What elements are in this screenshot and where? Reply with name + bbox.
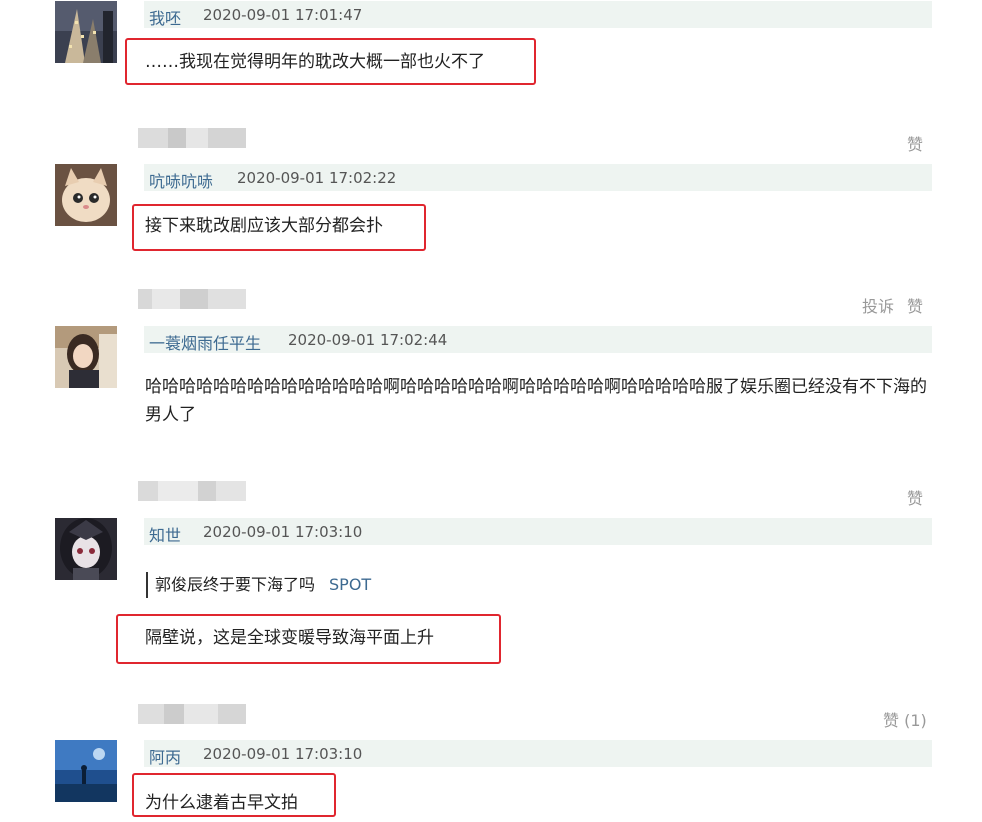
avatar-image-city-night bbox=[55, 1, 117, 63]
like-button[interactable]: 赞 bbox=[907, 485, 923, 509]
username[interactable]: 吭哧吭哧 bbox=[149, 168, 213, 192]
avatar-image-anime-girl bbox=[55, 518, 117, 580]
comment-meta-bar: 吭哧吭哧 2020-09-01 17:02:22 bbox=[144, 164, 932, 191]
avatar-image-cat bbox=[55, 164, 117, 226]
comment-text: 哈哈哈哈哈哈哈哈哈哈哈哈哈哈啊哈哈哈哈哈哈啊哈哈哈哈哈啊哈哈哈哈哈服了娱乐圈已经… bbox=[145, 377, 927, 425]
username[interactable]: 我呸 bbox=[149, 5, 181, 29]
avatar[interactable] bbox=[55, 164, 117, 226]
like-button[interactable]: 赞 bbox=[907, 293, 923, 317]
avatar-image-blue-sky bbox=[55, 740, 117, 802]
username[interactable]: 一蓑烟雨任平生 bbox=[149, 330, 261, 354]
username[interactable]: 阿丙 bbox=[149, 744, 181, 768]
highlight-box bbox=[116, 614, 501, 664]
like-count-button[interactable]: 赞 (1) bbox=[883, 707, 927, 731]
timestamp: 2020-09-01 17:02:44 bbox=[288, 331, 448, 349]
highlight-box bbox=[125, 38, 536, 85]
comment-meta-bar: 我呸 2020-09-01 17:01:47 bbox=[144, 1, 932, 28]
comment-meta-bar: 阿丙 2020-09-01 17:03:10 bbox=[144, 740, 932, 767]
like-button[interactable]: 赞 bbox=[907, 131, 923, 155]
quoted-text: 郭俊辰终于要下海了吗 bbox=[155, 575, 316, 594]
comment-meta-bar: 一蓑烟雨任平生 2020-09-01 17:02:44 bbox=[144, 326, 932, 353]
avatar[interactable] bbox=[55, 740, 117, 802]
blurred-reply-preview bbox=[138, 128, 246, 148]
avatar[interactable] bbox=[55, 518, 117, 580]
timestamp: 2020-09-01 17:01:47 bbox=[203, 6, 363, 24]
highlight-box bbox=[132, 773, 336, 817]
blurred-reply-preview bbox=[138, 481, 246, 501]
quoted-post: 郭俊辰终于要下海了吗 SPOT bbox=[146, 572, 371, 598]
blurred-reply-preview bbox=[138, 704, 246, 724]
avatar-image-woman bbox=[55, 326, 117, 388]
timestamp: 2020-09-01 17:03:10 bbox=[203, 745, 363, 763]
avatar[interactable] bbox=[55, 1, 117, 63]
highlight-box bbox=[132, 204, 426, 251]
timestamp: 2020-09-01 17:02:22 bbox=[237, 169, 397, 187]
quoted-topic-link[interactable]: SPOT bbox=[329, 575, 371, 594]
blurred-reply-preview bbox=[138, 289, 246, 309]
username[interactable]: 知世 bbox=[149, 522, 181, 546]
timestamp: 2020-09-01 17:03:10 bbox=[203, 523, 363, 541]
report-button[interactable]: 投诉 bbox=[862, 293, 894, 317]
avatar[interactable] bbox=[55, 326, 117, 388]
comment-meta-bar: 知世 2020-09-01 17:03:10 bbox=[144, 518, 932, 545]
